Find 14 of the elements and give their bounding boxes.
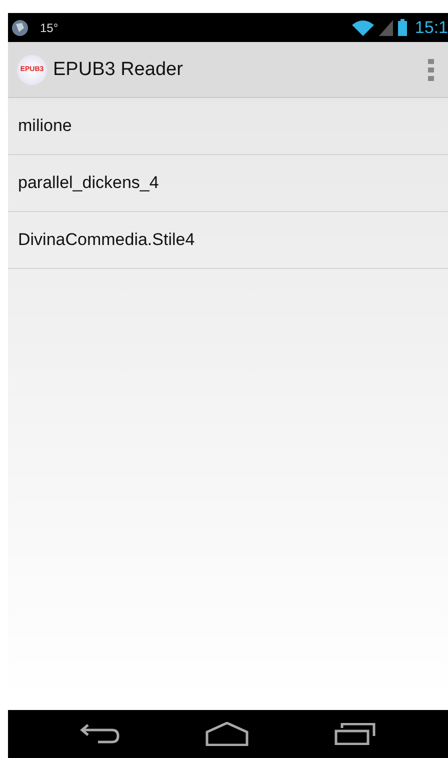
temperature-text: 15° [40,20,58,34]
book-list-item[interactable]: DivinaCommedia.Stile4 [8,212,448,269]
overflow-menu-icon[interactable] [428,58,434,80]
recent-apps-icon[interactable] [334,723,376,745]
app-title: EPUB3 Reader [53,58,183,80]
wifi-icon [352,20,374,36]
signal-icon [378,20,393,36]
home-icon[interactable] [204,722,249,746]
weather-globe-icon [11,18,29,36]
book-list-item[interactable]: parallel_dickens_4 [8,155,448,212]
back-icon[interactable] [80,723,120,745]
battery-icon [398,19,407,36]
clock-time: 15:1 [414,18,448,38]
book-list-item[interactable]: milione [8,98,448,155]
